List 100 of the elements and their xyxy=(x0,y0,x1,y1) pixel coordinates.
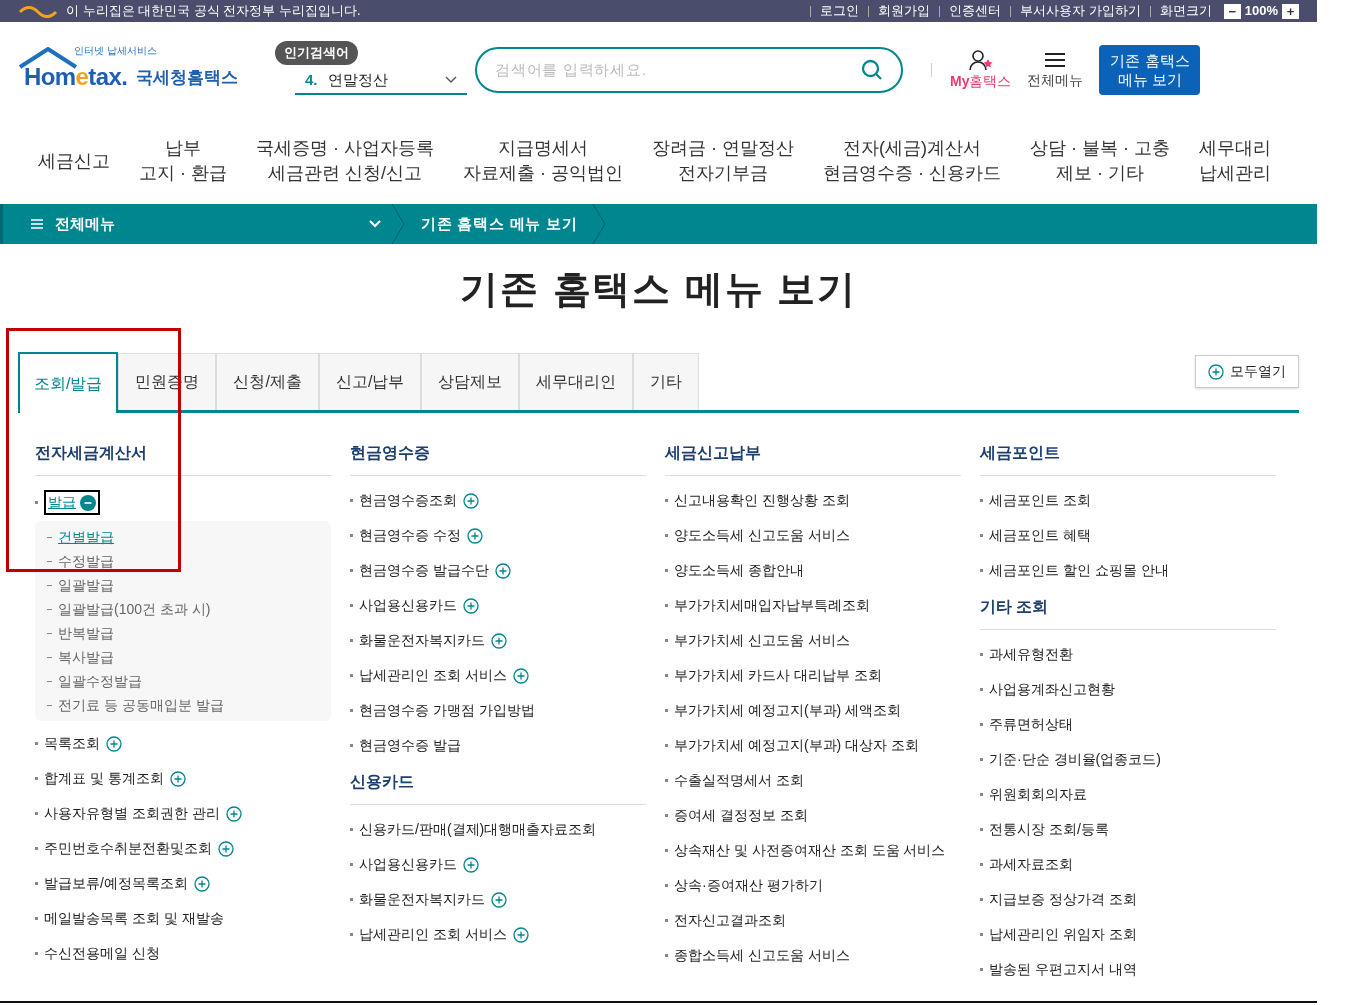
plus-circle-icon[interactable] xyxy=(169,770,186,787)
plus-circle-icon[interactable] xyxy=(512,926,529,943)
tab[interactable]: 세무대리인 xyxy=(519,353,634,410)
menu-link[interactable]: 부가가치세 신고도움 서비스 xyxy=(674,630,850,651)
menu-link[interactable]: 세금포인트 조회 xyxy=(989,490,1091,511)
menu-link[interactable]: 증여세 결정정보 조회 xyxy=(674,805,808,826)
menu-link[interactable]: 부가가치세매입자납부특례조회 xyxy=(674,595,870,616)
plus-circle-icon[interactable] xyxy=(218,840,234,857)
menu-link[interactable]: 세금포인트 할인 쇼핑몰 안내 xyxy=(989,560,1169,581)
menu-link[interactable]: 전통시장 조회/등록 xyxy=(989,819,1109,840)
menu-link[interactable]: 현금영수증 발급수단 xyxy=(359,560,489,581)
menu-link[interactable]: 현금영수증조회 xyxy=(359,490,457,511)
top-link[interactable]: 회원가입 xyxy=(878,1,931,21)
plus-circle-icon[interactable] xyxy=(225,805,242,822)
tab[interactable]: 조회/발급 xyxy=(18,352,119,413)
popular-search-dropdown[interactable]: 4. 연말정산 xyxy=(295,67,467,95)
menu-link[interactable]: 지급보증 정상가격 조회 xyxy=(989,889,1137,910)
plus-circle-icon[interactable] xyxy=(494,562,511,579)
menu-link[interactable]: 사업용신용카드 xyxy=(359,854,457,875)
tab[interactable]: 신고/납부 xyxy=(318,353,422,410)
search-field[interactable]: 검색어를 입력하세요. xyxy=(475,47,903,93)
menu-link[interactable]: 양도소득세 신고도움 서비스 xyxy=(674,525,850,546)
all-menu-link[interactable]: 전체메뉴 xyxy=(1027,49,1084,91)
menu-link[interactable]: 합계표 및 통계조회 xyxy=(44,768,164,789)
minus-circle-icon[interactable] xyxy=(80,494,96,511)
plus-circle-icon[interactable] xyxy=(512,667,529,684)
menu-link[interactable]: 목록조회 xyxy=(44,733,100,754)
submenu-link[interactable]: 일괄발급(100건 초과 시) xyxy=(58,598,211,620)
tab[interactable]: 기타 xyxy=(633,353,700,410)
main-nav-item[interactable]: 국세증명 · 사업자등록 세금관련 신청/신고 xyxy=(256,136,434,186)
plus-circle-icon[interactable] xyxy=(463,856,479,873)
plus-circle-icon[interactable] xyxy=(106,735,122,752)
search-input[interactable]: 검색어를 입력하세요. xyxy=(495,58,861,82)
menu-link[interactable]: 과세자료조회 xyxy=(989,854,1073,875)
search-icon[interactable] xyxy=(861,59,883,81)
main-nav-item[interactable]: 전자(세금)계산서 현금영수증 · 신용카드 xyxy=(823,136,1001,186)
user-star-icon[interactable] xyxy=(967,48,994,71)
plus-circle-icon[interactable] xyxy=(463,492,479,509)
menu-link[interactable]: 현금영수증 발급 xyxy=(359,735,461,756)
menu-link[interactable]: 전자신고결과조회 xyxy=(674,910,786,931)
menu-link[interactable]: 사업용신용카드 xyxy=(359,595,457,616)
menu-link[interactable]: 사용자유형별 조회권한 관리 xyxy=(44,803,220,824)
menu-link[interactable]: 화물운전자복지카드 xyxy=(359,630,485,651)
submenu-link[interactable]: 수정발급 xyxy=(58,550,114,572)
submenu-link[interactable]: 반복발급 xyxy=(58,622,114,644)
main-nav-item[interactable]: 상담 · 불복 · 고충 제보 · 기타 xyxy=(1030,136,1170,186)
top-link[interactable]: 부서사용자 가입하기 xyxy=(1020,1,1141,21)
menu-link[interactable]: 수출실적명세서 조회 xyxy=(674,770,804,791)
submenu-link[interactable]: 일괄수정발급 xyxy=(58,670,142,692)
menu-link[interactable]: 화물운전자복지카드 xyxy=(359,889,485,910)
plus-circle-icon[interactable] xyxy=(491,632,507,649)
main-nav-item[interactable]: 세무대리 납세관리 xyxy=(1199,136,1271,186)
menu-link[interactable]: 기준·단순 경비율(업종코드) xyxy=(989,749,1161,770)
main-nav-item[interactable]: 세금신고 xyxy=(38,148,110,174)
top-link[interactable]: 로그인 xyxy=(820,1,860,21)
menu-link[interactable]: 주류면허상태 xyxy=(989,714,1073,735)
tab[interactable]: 신청/제출 xyxy=(216,353,319,410)
plus-circle-icon[interactable] xyxy=(491,891,507,908)
menu-link[interactable]: 신고내용확인 진행상황 조회 xyxy=(674,490,850,511)
all-menu-dropdown[interactable]: 전체메뉴 xyxy=(3,204,391,244)
menu-link[interactable]: 수신전용메일 신청 xyxy=(44,943,160,964)
zoom-in-button[interactable]: + xyxy=(1282,3,1299,19)
menu-link[interactable]: 발급보류/예정목록조회 xyxy=(44,873,188,894)
top-link[interactable]: 인증센터 xyxy=(949,1,1002,21)
expand-all-button[interactable]: 모두열기 xyxy=(1195,355,1299,388)
menu-link[interactable]: 종합소득세 신고도움 서비스 xyxy=(674,945,850,966)
breadcrumb-current[interactable]: 기존 홈택스 메뉴 보기 xyxy=(421,212,578,236)
legacy-menu-button[interactable]: 기존 홈택스 메뉴 보기 xyxy=(1099,45,1201,95)
submenu-link[interactable]: 건별발급 xyxy=(58,526,114,548)
menu-link[interactable]: 상속재산 및 사전증여재산 조회 도움 서비스 xyxy=(674,840,946,861)
main-nav-item[interactable]: 장려금 · 연말정산 전자기부금 xyxy=(652,136,794,186)
tab[interactable]: 상담제보 xyxy=(421,353,520,410)
submenu-link[interactable]: 일괄발급 xyxy=(58,574,114,596)
plus-circle-icon[interactable] xyxy=(1208,363,1224,380)
menu-link[interactable]: 부가가치세 카드사 대리납부 조회 xyxy=(674,665,882,686)
menu-link[interactable]: 메일발송목록 조회 및 재발송 xyxy=(44,908,224,929)
menu-link[interactable]: 세금포인트 혜택 xyxy=(989,525,1091,546)
menu-link[interactable]: 납세관리인 조회 서비스 xyxy=(359,665,507,686)
my-hometax-link[interactable]: My홈택스 xyxy=(950,48,1012,92)
plus-circle-icon[interactable] xyxy=(193,875,210,892)
plus-circle-icon[interactable] xyxy=(466,527,483,544)
menu-link[interactable]: 부가가치세 예정고지(부과) 대상자 조회 xyxy=(674,735,919,756)
menu-link[interactable]: 발송된 우편고지서 내역 xyxy=(989,959,1137,980)
menu-link[interactable]: 현금영수증 수정 xyxy=(359,525,461,546)
menu-link[interactable]: 양도소득세 종합안내 xyxy=(674,560,804,581)
menu-link[interactable]: 사업용계좌신고현황 xyxy=(989,679,1115,700)
menu-link[interactable]: 신용카드/판매(결제)대행매출자료조회 xyxy=(359,819,597,840)
menu-link[interactable]: 납세관리인 조회 서비스 xyxy=(359,924,507,945)
submenu-link[interactable]: 복사발급 xyxy=(58,646,114,668)
plus-circle-icon[interactable] xyxy=(463,597,479,614)
menu-link[interactable]: 부가가치세 예정고지(부과) 세액조회 xyxy=(674,700,902,721)
menu-link[interactable]: 납세관리인 위임자 조회 xyxy=(989,924,1137,945)
menu-link[interactable]: 주민번호수취분전환및조회 xyxy=(44,838,212,859)
submenu-link[interactable]: 전기료 등 공동매입분 발급 xyxy=(58,694,224,716)
main-nav-item[interactable]: 납부 고지 · 환급 xyxy=(139,136,227,186)
menu-link[interactable]: 상속·증여재산 평가하기 xyxy=(674,875,823,896)
menu-link[interactable]: 과세유형전환 xyxy=(989,644,1073,665)
chevron-down-icon[interactable] xyxy=(369,220,381,228)
menu-link[interactable]: 현금영수증 가맹점 가입방법 xyxy=(359,700,535,721)
menu-link[interactable]: 위원회회의자료 xyxy=(989,784,1087,805)
